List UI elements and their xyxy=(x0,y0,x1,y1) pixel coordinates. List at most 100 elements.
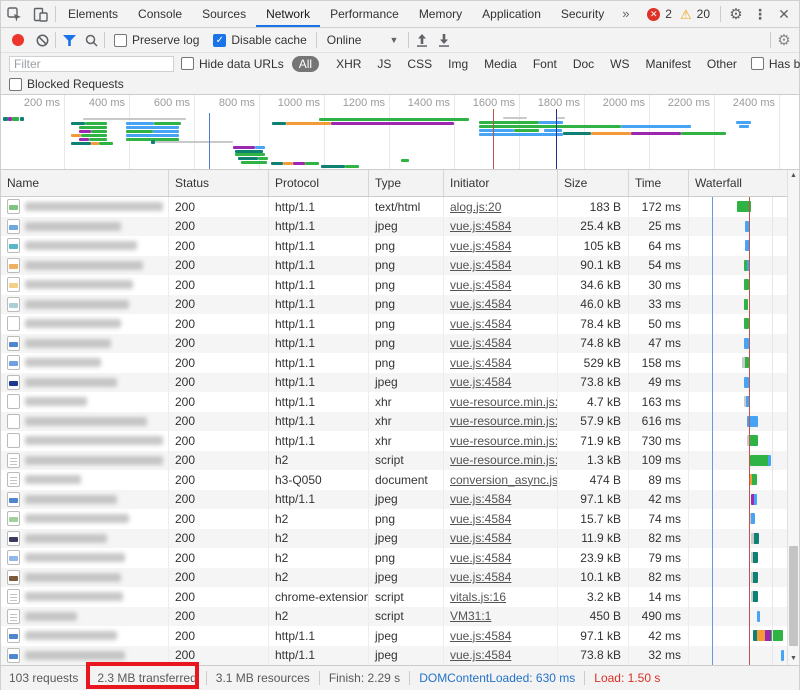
tab-security[interactable]: Security xyxy=(551,1,614,27)
request-name-cell[interactable] xyxy=(1,646,169,666)
column-header-status[interactable]: Status xyxy=(169,170,269,196)
initiator-link[interactable]: vue-resource.min.js:7 xyxy=(450,434,558,448)
column-header-waterfall[interactable]: Waterfall xyxy=(689,170,799,196)
initiator-link[interactable]: vitals.js:16 xyxy=(450,590,506,604)
pill-js[interactable]: JS xyxy=(370,56,398,72)
settings-gear-icon[interactable]: ⚙ xyxy=(725,5,747,23)
request-name-cell[interactable] xyxy=(1,490,169,510)
initiator-link[interactable]: vue.js:4584 xyxy=(450,570,511,584)
initiator-link[interactable]: conversion_async.js… xyxy=(450,473,558,487)
tab-network[interactable]: Network xyxy=(256,1,320,27)
has-blocked-cookies-checkbox[interactable]: Has blocked cookies xyxy=(751,57,800,71)
checkbox-checked[interactable]: ✓ xyxy=(213,34,226,47)
tab-elements[interactable]: Elements xyxy=(58,1,128,27)
table-row[interactable]: 200http/1.1text/htmlalog.js:20183 B172 m… xyxy=(1,197,799,217)
initiator-link[interactable]: vue.js:4584 xyxy=(450,278,511,292)
table-row[interactable]: 200h2pngvue.js:458415.7 kB74 ms xyxy=(1,509,799,529)
vertical-scrollbar[interactable]: ▲ ▼ xyxy=(787,170,799,665)
checkbox-unchecked[interactable] xyxy=(181,57,194,70)
initiator-link[interactable]: vue.js:4584 xyxy=(450,356,511,370)
request-name-cell[interactable] xyxy=(1,217,169,237)
table-row[interactable]: 200http/1.1jpegvue.js:458473.8 kB32 ms xyxy=(1,646,799,666)
checkbox-unchecked[interactable] xyxy=(751,57,764,70)
table-row[interactable]: 200http/1.1jpegvue.js:458497.1 kB42 ms xyxy=(1,490,799,510)
hide-data-urls-checkbox[interactable]: Hide data URLs xyxy=(181,57,284,71)
initiator-link[interactable]: vue.js:4584 xyxy=(450,258,511,272)
request-name-cell[interactable] xyxy=(1,392,169,412)
request-name-cell[interactable] xyxy=(1,431,169,451)
pill-doc[interactable]: Doc xyxy=(566,56,601,72)
column-header-type[interactable]: Type xyxy=(369,170,444,196)
initiator-link[interactable]: vue.js:4584 xyxy=(450,512,511,526)
initiator-link[interactable]: vue-resource.min.js:7 xyxy=(450,453,558,467)
scrollbar-thumb[interactable] xyxy=(789,546,798,646)
throttling-dropdown[interactable]: Online ▼ xyxy=(327,33,399,47)
pill-other[interactable]: Other xyxy=(700,56,744,72)
initiator-link[interactable]: vue.js:4584 xyxy=(450,375,511,389)
column-header-initiator[interactable]: Initiator xyxy=(444,170,558,196)
pill-manifest[interactable]: Manifest xyxy=(639,56,698,72)
disable-cache-checkbox[interactable]: ✓ Disable cache xyxy=(213,33,306,47)
filter-input[interactable] xyxy=(9,56,174,72)
table-row[interactable]: 200http/1.1xhrvue-resource.min.js:771.9 … xyxy=(1,431,799,451)
warning-icon[interactable]: ⚠ xyxy=(680,8,692,21)
initiator-link[interactable]: vue.js:4584 xyxy=(450,492,511,506)
request-name-cell[interactable] xyxy=(1,295,169,315)
table-row[interactable]: 200http/1.1jpegvue.js:458497.1 kB42 ms xyxy=(1,626,799,646)
table-row[interactable]: 200http/1.1pngvue.js:458446.0 kB33 ms xyxy=(1,295,799,315)
initiator-link[interactable]: alog.js:20 xyxy=(450,200,501,214)
table-row[interactable]: 200h2jpegvue.js:458410.1 kB82 ms xyxy=(1,568,799,588)
tab-memory[interactable]: Memory xyxy=(409,1,472,27)
request-name-cell[interactable] xyxy=(1,470,169,490)
pill-img[interactable]: Img xyxy=(441,56,475,72)
table-row[interactable]: 200http/1.1pngvue.js:458490.1 kB54 ms xyxy=(1,256,799,276)
close-icon[interactable]: ✕ xyxy=(773,6,795,23)
request-name-cell[interactable] xyxy=(1,548,169,568)
initiator-link[interactable]: vue.js:4584 xyxy=(450,629,511,643)
request-name-cell[interactable] xyxy=(1,256,169,276)
pill-font[interactable]: Font xyxy=(526,56,564,72)
more-tabs-icon[interactable]: » xyxy=(614,1,637,27)
initiator-link[interactable]: vue.js:4584 xyxy=(450,239,511,253)
initiator-link[interactable]: vue.js:4584 xyxy=(450,297,511,311)
table-row[interactable]: 200h2jpegvue.js:458411.9 kB82 ms xyxy=(1,529,799,549)
request-name-cell[interactable] xyxy=(1,412,169,432)
request-name-cell[interactable] xyxy=(1,509,169,529)
initiator-link[interactable]: vue.js:4584 xyxy=(450,531,511,545)
request-name-cell[interactable] xyxy=(1,197,169,217)
table-row[interactable]: 200h2scriptVM31:1450 B490 ms xyxy=(1,607,799,627)
table-row[interactable]: 200http/1.1jpegvue.js:458473.8 kB49 ms xyxy=(1,373,799,393)
request-name-cell[interactable] xyxy=(1,587,169,607)
table-row[interactable]: 200http/1.1jpegvue.js:458425.4 kB25 ms xyxy=(1,217,799,237)
table-row[interactable]: 200http/1.1xhrvue-resource.min.js:757.9 … xyxy=(1,412,799,432)
request-name-cell[interactable] xyxy=(1,334,169,354)
inspect-element-icon[interactable] xyxy=(1,1,27,27)
record-button[interactable] xyxy=(12,34,24,46)
request-name-cell[interactable] xyxy=(1,529,169,549)
export-har-icon[interactable] xyxy=(433,29,455,51)
initiator-link[interactable]: vue-resource.min.js:7 xyxy=(450,395,558,409)
pill-all[interactable]: All xyxy=(292,56,319,72)
table-row[interactable]: 200http/1.1pngvue.js:458474.8 kB47 ms xyxy=(1,334,799,354)
column-header-name[interactable]: Name xyxy=(1,170,169,196)
request-name-cell[interactable] xyxy=(1,275,169,295)
table-row[interactable]: 200http/1.1pngvue.js:458434.6 kB30 ms xyxy=(1,275,799,295)
error-count[interactable]: 2 xyxy=(665,7,672,21)
import-har-icon[interactable] xyxy=(411,29,433,51)
initiator-link[interactable]: vue.js:4584 xyxy=(450,219,511,233)
request-name-cell[interactable] xyxy=(1,568,169,588)
request-name-cell[interactable] xyxy=(1,626,169,646)
initiator-link[interactable]: vue.js:4584 xyxy=(450,551,511,565)
initiator-link[interactable]: vue.js:4584 xyxy=(450,317,511,331)
column-header-protocol[interactable]: Protocol xyxy=(269,170,369,196)
network-overview-timeline[interactable]: 200 ms400 ms600 ms800 ms1000 ms1200 ms14… xyxy=(1,95,799,170)
pill-xhr[interactable]: XHR xyxy=(329,56,368,72)
table-row[interactable]: 200chrome-extensionscriptvitals.js:163.2… xyxy=(1,587,799,607)
more-options-icon[interactable]: ⋮ xyxy=(749,6,771,23)
pill-media[interactable]: Media xyxy=(477,56,524,72)
initiator-link[interactable]: vue.js:4584 xyxy=(450,336,511,350)
initiator-link[interactable]: vue-resource.min.js:7 xyxy=(450,414,558,428)
table-row[interactable]: 200h2pngvue.js:458423.9 kB79 ms xyxy=(1,548,799,568)
blocked-requests-checkbox[interactable]: Blocked Requests xyxy=(9,77,124,91)
column-header-time[interactable]: Time xyxy=(629,170,689,196)
